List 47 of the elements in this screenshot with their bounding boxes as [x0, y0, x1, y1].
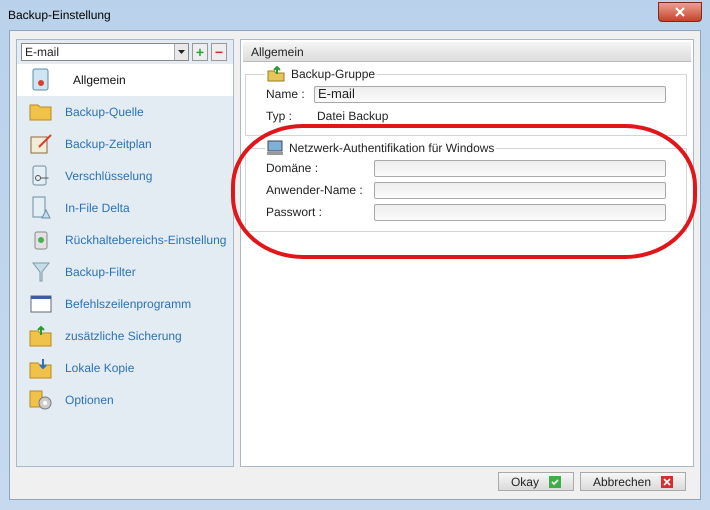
dialog-button[interactable]: Abbrechen	[580, 472, 686, 491]
window-title: Backup-Einstellung	[8, 7, 111, 24]
sidebar-item[interactable]: Lokale Kopie	[17, 352, 233, 384]
sidebar-item[interactable]: Backup-Quelle	[17, 96, 233, 128]
group-title: Netzwerk-Authentifikation für Windows	[289, 140, 494, 157]
field-label: Name :	[266, 86, 306, 103]
folder-icon	[29, 357, 53, 379]
document-icon	[32, 68, 50, 92]
key-document-icon	[31, 165, 51, 187]
close-icon	[661, 476, 673, 488]
group-dropdown[interactable]: E-mail	[21, 43, 189, 61]
trash-icon	[33, 229, 49, 251]
panel-header: Allgemein	[243, 42, 691, 62]
close-icon	[675, 7, 685, 17]
check-icon	[548, 476, 561, 488]
field-label: Typ :	[266, 108, 294, 125]
computer-icon	[267, 140, 283, 156]
add-button[interactable]: +	[192, 43, 208, 61]
field-label: Anwender-Name :	[266, 182, 364, 199]
name-field[interactable]: E-mail	[314, 86, 666, 102]
sidebar-item[interactable]: Verschlüsselung	[17, 160, 233, 192]
sidebar-item[interactable]: Optionen	[17, 384, 233, 416]
group-title: Backup-Gruppe	[291, 66, 376, 83]
terminal-icon	[30, 294, 52, 314]
sidebar-item[interactable]: Rückhaltebereichs-Einstellung	[17, 224, 233, 256]
folder-icon	[267, 66, 285, 82]
folder-icon	[29, 325, 53, 347]
input-field[interactable]	[374, 182, 666, 198]
folder-icon	[29, 102, 53, 122]
sidebar-item[interactable]: Backup-Filter	[17, 256, 233, 288]
field-label: Domäne :	[266, 160, 320, 177]
sidebar-item[interactable]: Allgemein	[17, 64, 233, 96]
caret-icon	[178, 50, 185, 54]
input-field[interactable]	[374, 204, 666, 220]
calendar-icon	[29, 133, 53, 155]
field-label: Passwort :	[266, 204, 324, 221]
input-field[interactable]	[374, 160, 666, 176]
sidebar-item[interactable]: Backup-Zeitplan	[17, 128, 233, 160]
funnel-icon	[32, 261, 50, 283]
document-icon	[31, 196, 51, 220]
dialog-button[interactable]: Okay	[498, 472, 574, 491]
type-value: Datei Backup	[316, 108, 388, 125]
sidebar-item[interactable]: Befehlszeilenprogramm	[17, 288, 233, 320]
close-button[interactable]	[658, 2, 702, 22]
remove-button[interactable]: −	[211, 43, 227, 61]
sidebar-item[interactable]: In-File Delta	[17, 192, 233, 224]
sidebar-item[interactable]: zusätzliche Sicherung	[17, 320, 233, 352]
